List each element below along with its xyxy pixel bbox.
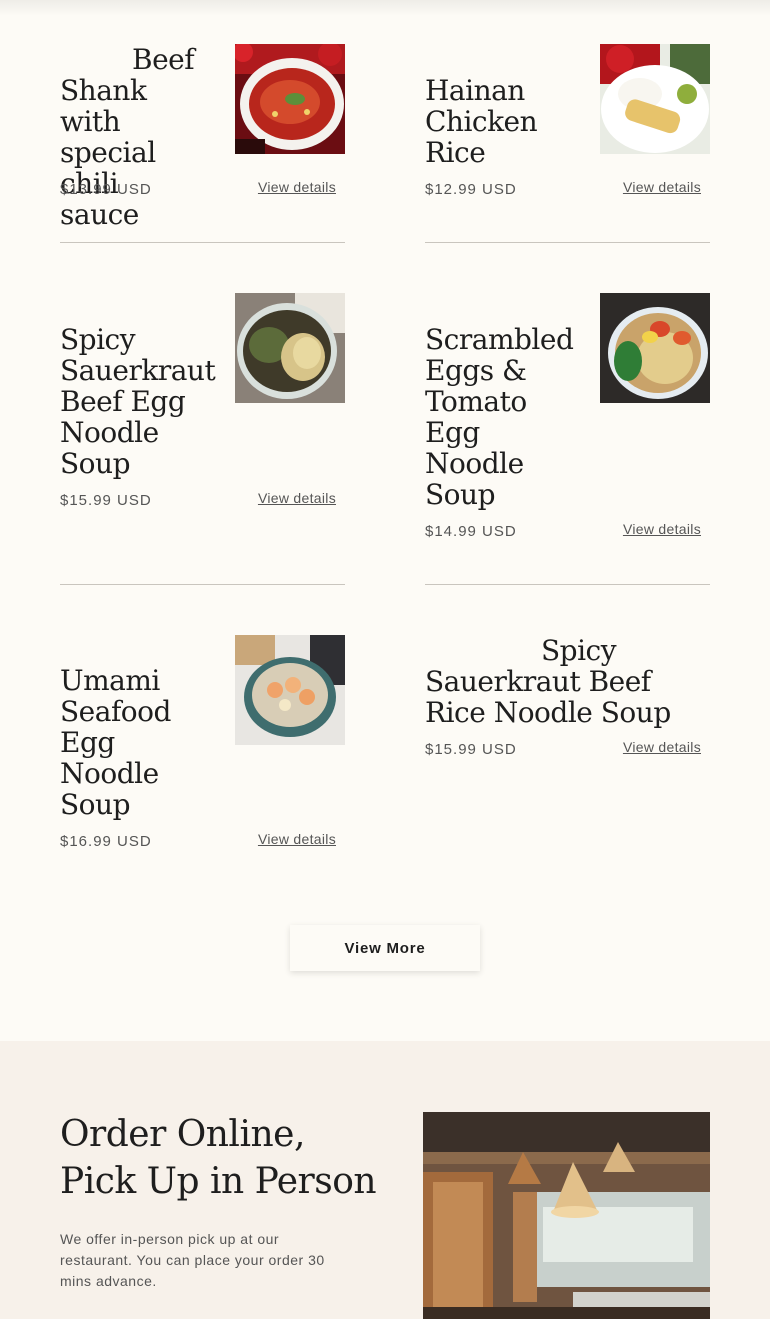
- product-price: $12.99 USD: [425, 181, 517, 198]
- product-price: $14.99 USD: [425, 523, 517, 540]
- product-price: $15.99 USD: [60, 492, 152, 509]
- view-details-link[interactable]: View details: [258, 490, 336, 506]
- section-description: We offer in-person pick up at our restau…: [60, 1231, 325, 1289]
- product-title[interactable]: Umami Seafood Egg Noodle Soup: [60, 665, 180, 820]
- product-card[interactable]: Spicy Sauerkraut Beef Egg Noodle Soup $1…: [60, 293, 345, 518]
- product-title[interactable]: Beef Shank with special chili sauce: [60, 44, 200, 230]
- product-title[interactable]: Hainan Chicken Rice: [425, 75, 545, 168]
- view-details-link[interactable]: View details: [258, 831, 336, 847]
- restaurant-interior-photo: [423, 1112, 710, 1319]
- view-details-link[interactable]: View details: [623, 739, 701, 755]
- product-card[interactable]: Spicy Sauerkraut Beef Rice Noodle Soup $…: [425, 635, 710, 765]
- product-price: $13.99 USD: [60, 181, 152, 198]
- view-details-link[interactable]: View details: [258, 179, 336, 195]
- view-more-button[interactable]: View More: [290, 925, 480, 971]
- seafood-noodle-photo[interactable]: [235, 635, 345, 745]
- view-details-link[interactable]: View details: [623, 179, 701, 195]
- product-card[interactable]: Scrambled Eggs & Tomato Egg Noodle Soup …: [425, 293, 710, 548]
- product-price: $16.99 USD: [60, 833, 152, 850]
- chili-beef-dish-photo[interactable]: [235, 44, 345, 154]
- product-title[interactable]: Spicy Sauerkraut Beef Egg Noodle Soup: [60, 324, 216, 479]
- divider: [425, 584, 710, 585]
- tomato-egg-noodle-photo[interactable]: [600, 293, 710, 403]
- product-price: $15.99 USD: [425, 741, 517, 758]
- divider: [60, 584, 345, 585]
- header-shadow: [0, 0, 770, 16]
- product-card[interactable]: Umami Seafood Egg Noodle Soup $16.99 USD…: [60, 635, 345, 860]
- divider: [60, 242, 345, 243]
- product-card[interactable]: Beef Shank with special chili sauce $13.…: [60, 44, 345, 230]
- section-title: Order Online, Pick Up in Person: [60, 1114, 377, 1202]
- chicken-rice-photo[interactable]: [600, 44, 710, 154]
- product-card[interactable]: Hainan Chicken Rice $12.99 USD View deta…: [425, 44, 710, 204]
- divider: [425, 242, 710, 243]
- beef-noodle-soup-photo[interactable]: [235, 293, 345, 403]
- product-title[interactable]: Scrambled Eggs & Tomato Egg Noodle Soup: [425, 324, 574, 510]
- view-details-link[interactable]: View details: [623, 521, 701, 537]
- product-title[interactable]: Spicy Sauerkraut Beef Rice Noodle Soup: [425, 635, 710, 728]
- order-online-section: Order Online, Pick Up in Person We offer…: [0, 1041, 770, 1319]
